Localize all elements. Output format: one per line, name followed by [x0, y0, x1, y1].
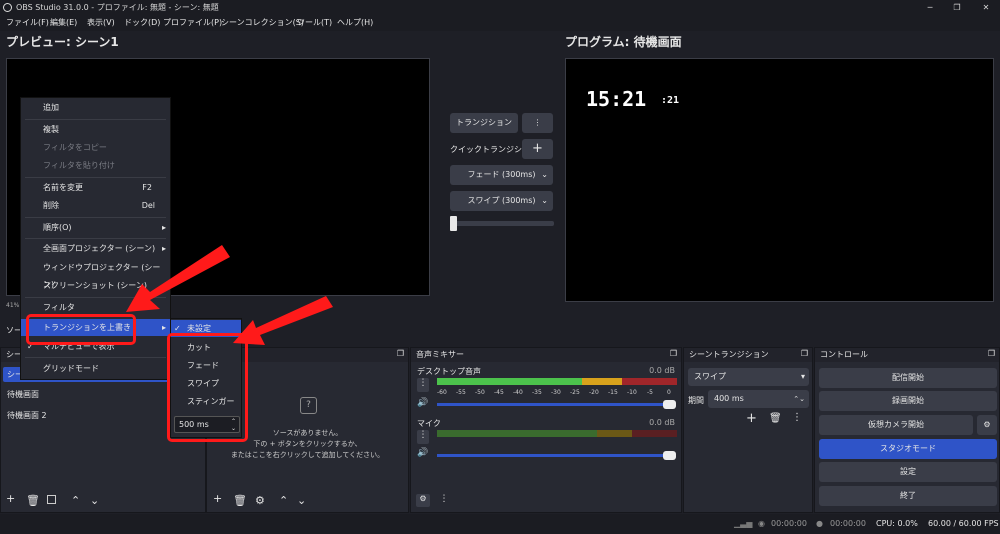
annotation-arrow-left [126, 245, 230, 312]
annotation-arrow-right [233, 296, 333, 345]
annotation-arrows [126, 245, 333, 345]
